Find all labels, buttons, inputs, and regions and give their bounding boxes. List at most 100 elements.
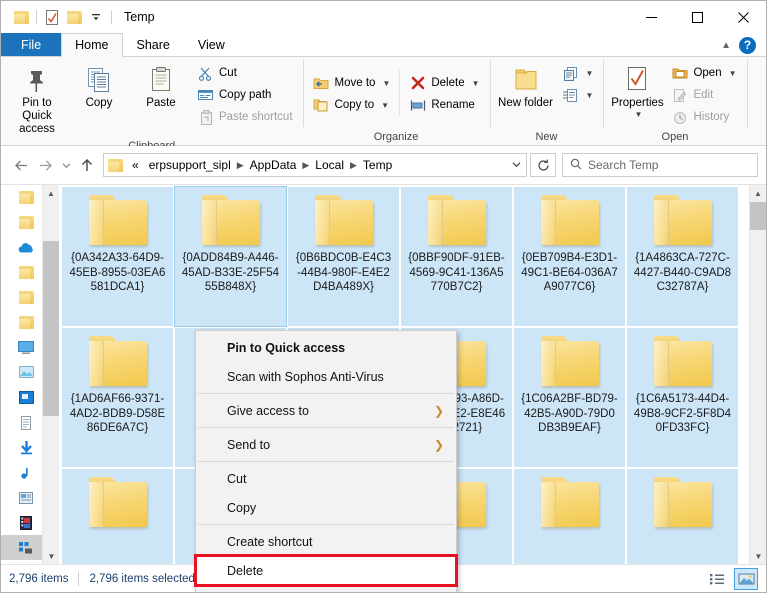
- nav-item-screenshots[interactable]: [1, 485, 45, 510]
- tab-home[interactable]: Home: [61, 33, 122, 57]
- new-item-button[interactable]: ▼: [557, 62, 599, 84]
- qat-new-folder-icon[interactable]: [63, 6, 85, 28]
- properties-button[interactable]: Properties ▼: [608, 60, 666, 122]
- context-menu-item-send-to[interactable]: Send to ❯: [196, 430, 456, 459]
- address-field[interactable]: « erpsupport_sipl ▶ AppData ▶ Local ▶ Te…: [103, 153, 527, 177]
- up-button[interactable]: [75, 153, 99, 177]
- paste-shortcut-button[interactable]: Paste shortcut: [192, 106, 298, 128]
- search-box[interactable]: Search Temp: [562, 153, 758, 177]
- back-button[interactable]: [9, 153, 33, 177]
- context-menu-item-give-access-to[interactable]: Give access to ❯: [196, 396, 456, 425]
- breadcrumb-item-appdata[interactable]: AppData: [245, 156, 302, 174]
- copy-path-button[interactable]: Copy path: [192, 84, 298, 106]
- tab-view[interactable]: View: [184, 33, 239, 56]
- file-item[interactable]: {1C6A5173-44D4-49B8-9CF2-5F8D40FD33FC}: [627, 328, 738, 467]
- file-item[interactable]: {0B6BDC0B-E4C3-44B4-980F-E4E2D4BA489X}: [288, 187, 399, 326]
- context-menu-item-copy[interactable]: Copy: [196, 493, 456, 522]
- context-menu-item-create-shortcut[interactable]: Create shortcut: [196, 527, 456, 556]
- new-folder-button[interactable]: New folder: [495, 60, 557, 113]
- recent-locations-button[interactable]: [57, 153, 75, 177]
- tab-share[interactable]: Share: [123, 33, 184, 56]
- paste-button[interactable]: Paste: [130, 60, 192, 113]
- nav-item-pictures[interactable]: [1, 360, 45, 385]
- nav-item-music[interactable]: [1, 460, 45, 485]
- minimize-button[interactable]: [628, 1, 674, 33]
- file-item[interactable]: {1AD6AF66-9371-4AD2-BDB9-D58E86DE6A7C}: [62, 328, 173, 467]
- forward-button[interactable]: [33, 153, 57, 177]
- context-menu-item-rename[interactable]: Rename: [196, 585, 456, 593]
- file-item[interactable]: [627, 469, 738, 565]
- nav-item-this-pc[interactable]: [1, 335, 45, 360]
- copy-button[interactable]: Copy: [68, 60, 130, 113]
- copy-to-caret-icon[interactable]: ▼: [381, 101, 389, 110]
- file-item[interactable]: {0EB709B4-E3D1-49C1-BE64-036A7A9077C6}: [514, 187, 625, 326]
- file-item[interactable]: {1C06A2BF-BD79-42B5-A90D-79D0DB3B9EAF}: [514, 328, 625, 467]
- nav-item-folder-3[interactable]: [1, 260, 45, 285]
- maximize-button[interactable]: [674, 1, 720, 33]
- nav-item-folder-2[interactable]: [1, 210, 45, 235]
- nav-item-network[interactable]: [1, 535, 45, 560]
- history-button[interactable]: History: [666, 106, 741, 128]
- large-icons-view-button[interactable]: [734, 568, 758, 590]
- new-folder-icon: [511, 63, 541, 97]
- breadcrumb-item-local[interactable]: Local: [310, 156, 349, 174]
- nav-item-quick-access[interactable]: [1, 185, 45, 210]
- open-caret-icon[interactable]: ▼: [729, 69, 737, 78]
- file-item[interactable]: {0A342A33-64D9-45EB-8955-03EA6581DCA1}: [62, 187, 173, 326]
- breadcrumb-item-user[interactable]: erpsupport_sipl: [144, 156, 236, 174]
- scroll-thumb[interactable]: [750, 202, 767, 230]
- file-item[interactable]: [514, 469, 625, 565]
- pin-to-quick-access-button[interactable]: Pin to Quick access: [6, 60, 68, 140]
- new-item-caret-icon[interactable]: ▼: [586, 69, 594, 78]
- nav-item-downloads[interactable]: [1, 435, 45, 460]
- cut-button[interactable]: Cut: [192, 62, 298, 84]
- tab-file[interactable]: File: [1, 33, 61, 56]
- close-button[interactable]: [720, 1, 766, 33]
- qat-folder-icon[interactable]: [10, 6, 32, 28]
- delete-button[interactable]: Delete ▼: [404, 72, 484, 94]
- file-item[interactable]: {0BBF90DF-91EB-4569-9C41-136A5770B7C2}: [401, 187, 512, 326]
- move-to-button[interactable]: Move to ▼: [308, 72, 396, 94]
- open-button[interactable]: Open ▼: [666, 62, 741, 84]
- easy-access-button[interactable]: ▼: [557, 84, 599, 106]
- rename-button[interactable]: Rename: [404, 94, 484, 116]
- context-menu-item-cut[interactable]: Cut: [196, 464, 456, 493]
- nav-item-onedrive[interactable]: [1, 235, 45, 260]
- nav-item-desktop[interactable]: [1, 385, 45, 410]
- qat-properties-icon[interactable]: [41, 6, 63, 28]
- file-item[interactable]: {0ADD84B9-A446-45AD-B33E-25F5455B848X}: [175, 187, 286, 326]
- file-item[interactable]: [62, 469, 173, 565]
- breadcrumb-item-temp[interactable]: Temp: [358, 156, 397, 174]
- nav-item-videos[interactable]: [1, 510, 45, 535]
- help-icon[interactable]: ?: [739, 37, 756, 54]
- properties-caret-icon[interactable]: ▼: [634, 110, 642, 119]
- file-item[interactable]: {1A4863CA-727C-4427-B440-C9AD8C32787A}: [627, 187, 738, 326]
- delete-caret-icon[interactable]: ▼: [472, 79, 480, 88]
- scroll-up-icon[interactable]: ▲: [750, 185, 766, 202]
- context-menu-item-scan-with-sophos[interactable]: Scan with Sophos Anti-Virus: [196, 362, 456, 391]
- context-menu-item-delete[interactable]: Delete: [196, 556, 456, 585]
- copy-to-button[interactable]: Copy to ▼: [308, 94, 396, 116]
- nav-item-documents[interactable]: [1, 410, 45, 435]
- breadcrumb-sep-1[interactable]: ▶: [236, 160, 245, 171]
- navpane-scroll-thumb[interactable]: [43, 241, 60, 416]
- address-dropdown-icon[interactable]: [506, 160, 526, 170]
- move-to-caret-icon[interactable]: ▼: [382, 79, 390, 88]
- collapse-ribbon-icon[interactable]: ▲: [721, 40, 731, 51]
- navigation-pane-scrollbar[interactable]: ▲ ▼: [42, 185, 59, 565]
- context-menu-item-pin-to-quick-access[interactable]: Pin to Quick access: [196, 333, 456, 362]
- easy-access-caret-icon[interactable]: ▼: [586, 91, 594, 100]
- nav-item-folder-5[interactable]: [1, 310, 45, 335]
- edit-button[interactable]: Edit: [666, 84, 741, 106]
- nav-item-folder-4[interactable]: [1, 285, 45, 310]
- breadcrumb-sep-3[interactable]: ▶: [349, 160, 358, 171]
- navpane-scroll-up-icon[interactable]: ▲: [43, 185, 59, 202]
- scroll-down-icon[interactable]: ▼: [750, 548, 767, 565]
- breadcrumb-overflow[interactable]: «: [127, 156, 144, 174]
- breadcrumb-sep-2[interactable]: ▶: [301, 160, 310, 171]
- qat-customize-dropdown-icon[interactable]: [85, 6, 107, 28]
- navpane-scroll-down-icon[interactable]: ▼: [43, 548, 60, 565]
- details-view-button[interactable]: [706, 568, 730, 590]
- refresh-button[interactable]: [530, 153, 556, 177]
- file-list-scrollbar[interactable]: ▲ ▼: [749, 185, 766, 565]
